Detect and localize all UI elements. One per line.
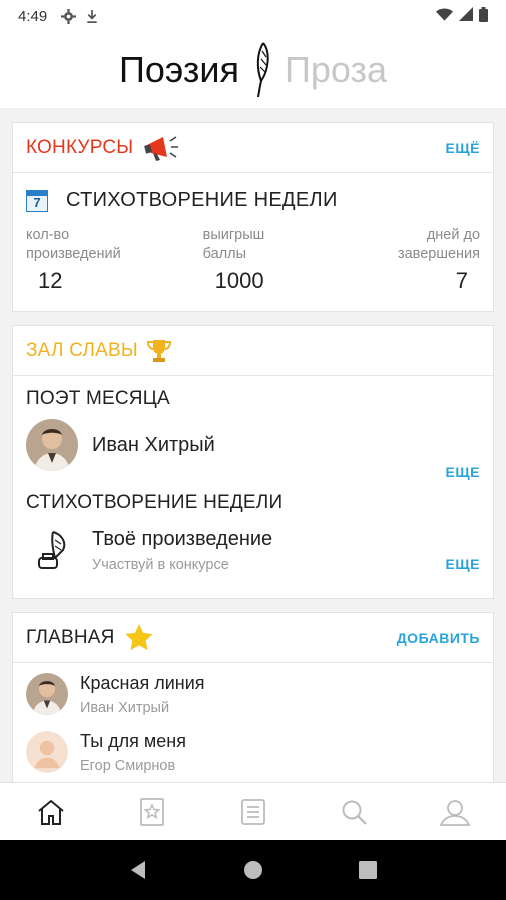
- contests-card: КОНКУРСЫ ЕЩЁ 7 СТИХОТВОРЕНИЕ НЕДЕЛИ кол-…: [12, 122, 494, 312]
- wifi-icon: [436, 7, 453, 25]
- status-bar: 4:49: [0, 0, 506, 32]
- poem-of-week-label: СТИХОТВОРЕНИЕ НЕДЕЛИ: [26, 492, 283, 513]
- list-item[interactable]: Красная линия Иван Хитрый: [13, 663, 493, 721]
- stat-days-value: 7: [455, 268, 469, 293]
- bottom-nav: [0, 782, 506, 840]
- app-header: Поэзия Проза: [0, 32, 506, 108]
- feed-text: Красная линия Иван Хитрый: [80, 673, 205, 716]
- add-button[interactable]: ДОБАВИТЬ: [397, 630, 480, 646]
- contest-stats: кол-во произведений 12 выигрыш баллы 100…: [13, 212, 493, 294]
- feed-title: Красная линия: [80, 673, 205, 693]
- profile-icon[interactable]: [435, 792, 475, 832]
- feed-title: Ты для меня: [80, 731, 186, 751]
- quill-icon: [253, 41, 271, 99]
- hall-title: ЗАЛ СЛАВЫ: [26, 339, 138, 361]
- feed-text: Ты для меня Егор Смирнов: [80, 731, 186, 774]
- signal-icon: [459, 7, 473, 25]
- poet-of-month[interactable]: Иван Хитрый ЕЩЕ: [13, 410, 493, 480]
- list-item[interactable]: Ты для меня Егор Смирнов: [13, 721, 493, 779]
- megaphone-icon: [143, 133, 179, 163]
- poem-more-link[interactable]: ЕЩЕ: [446, 556, 480, 572]
- favorites-icon[interactable]: [132, 792, 172, 832]
- poet-more-link[interactable]: ЕЩЕ: [446, 464, 480, 480]
- stat-prize-value: 1000: [214, 268, 264, 293]
- list-icon[interactable]: [233, 792, 273, 832]
- contests-more-link[interactable]: ЕЩЁ: [446, 140, 480, 156]
- poem-subtitle: Участвуй в конкурсе: [92, 557, 229, 573]
- tab-poetry[interactable]: Поэзия: [119, 49, 239, 91]
- main-card: ГЛАВНАЯ ДОБАВИТЬ Красная линия Иван Хитр…: [12, 612, 494, 782]
- battery-icon: [479, 6, 488, 26]
- system-nav-bar: [0, 840, 506, 900]
- main-header: ГЛАВНАЯ ДОБАВИТЬ: [13, 613, 493, 663]
- feed-author: Иван Хитрый: [80, 700, 170, 716]
- inkwell-icon: [26, 524, 78, 576]
- contests-header: КОНКУРСЫ ЕЩЁ: [13, 123, 493, 173]
- avatar: [26, 731, 68, 773]
- trophy-icon: [146, 338, 172, 364]
- calendar-icon: 7: [26, 189, 48, 212]
- main-title: ГЛАВНАЯ: [26, 626, 115, 648]
- tab-prose[interactable]: Проза: [285, 49, 387, 91]
- settings-icon: [61, 8, 77, 24]
- stat-days-label: дней до завершения: [397, 227, 481, 262]
- recents-icon[interactable]: [348, 850, 388, 890]
- status-time: 4:49: [18, 7, 48, 25]
- download-icon: [86, 9, 98, 24]
- stat-works-label: кол-во произведений: [26, 227, 121, 262]
- poem-text: Твоё произведение Участвуй в конкурсе: [92, 524, 272, 573]
- stat-works: кол-во произведений 12: [26, 226, 165, 294]
- calendar-day: 7: [33, 195, 41, 210]
- feed-author: Егор Смирнов: [80, 758, 176, 774]
- contest-name: СТИХОТВОРЕНИЕ НЕДЕЛИ: [66, 189, 338, 211]
- stat-prize: выигрыш баллы 1000: [165, 226, 342, 294]
- contests-title: КОНКУРСЫ: [26, 136, 134, 158]
- avatar: [26, 419, 78, 471]
- home-button-icon[interactable]: [233, 850, 273, 890]
- hall-of-fame-card: ЗАЛ СЛАВЫ ПОЭТ МЕСЯЦА Иван Хитрый ЕЩЕ СТ…: [12, 325, 494, 599]
- contest-item[interactable]: 7 СТИХОТВОРЕНИЕ НЕДЕЛИ: [13, 173, 493, 212]
- stat-works-value: 12: [38, 268, 63, 293]
- poem-title: Твоё произведение: [92, 528, 273, 550]
- poet-of-month-label: ПОЭТ МЕСЯЦА: [26, 388, 170, 409]
- hall-header: ЗАЛ СЛАВЫ: [13, 326, 493, 376]
- poem-of-week[interactable]: Твоё произведение Участвуй в конкурсе ЕЩ…: [13, 514, 493, 578]
- stat-days: дней до завершения 7: [341, 226, 480, 294]
- star-icon: [124, 624, 153, 651]
- back-icon[interactable]: [118, 850, 158, 890]
- poet-name: Иван Хитрый: [92, 433, 215, 456]
- search-icon[interactable]: [334, 792, 374, 832]
- stat-prize-label: выигрыш баллы: [202, 227, 265, 262]
- home-icon[interactable]: [31, 792, 71, 832]
- avatar: [26, 673, 68, 715]
